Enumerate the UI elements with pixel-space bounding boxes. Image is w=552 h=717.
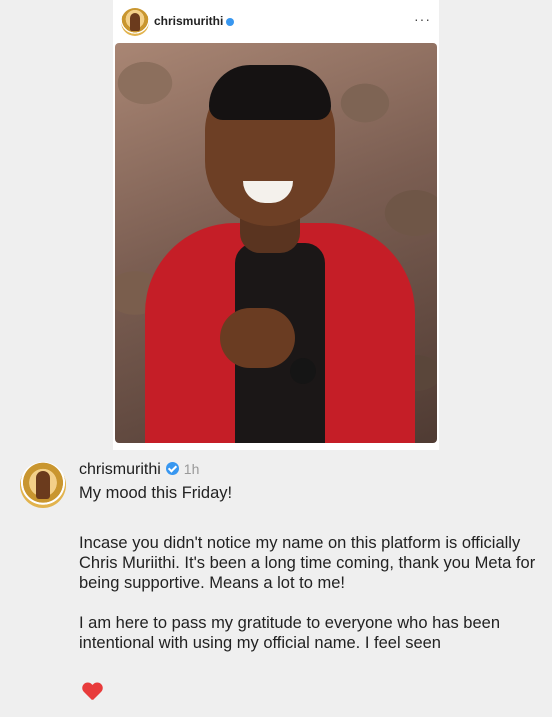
post-photo[interactable] (115, 43, 437, 443)
comment-paragraph-2: Incase you didn't notice my name on this… (79, 534, 536, 592)
comment-timestamp: 1h (183, 461, 200, 477)
post-username-text[interactable]: chrismurithi (154, 14, 223, 28)
comment-paragraph-3: I am here to pass my gratitude to everyo… (79, 614, 500, 652)
comment-avatar[interactable] (20, 462, 66, 508)
verified-badge-icon (226, 17, 235, 26)
heart-icon (82, 683, 102, 701)
comment-meta: chrismurithi 1h (79, 461, 199, 479)
comment-username[interactable]: chrismurithi (79, 461, 161, 478)
post-avatar[interactable] (121, 8, 149, 36)
caption-comment: chrismurithi 1h My mood this Friday! Inca… (10, 452, 550, 717)
more-options-icon[interactable]: ··· (414, 11, 431, 27)
post-card: chrismurithi ··· (113, 0, 439, 450)
post-username[interactable]: chrismurithi (154, 14, 235, 28)
comment-line-1: My mood this Friday! (79, 484, 233, 502)
photo-hair (209, 65, 331, 120)
avatar-figure (130, 13, 140, 31)
avatar-figure (36, 471, 50, 499)
photo-hand (220, 308, 295, 368)
photo-watch (290, 358, 316, 384)
comment-body: My mood this Friday! Incase you didn't n… (79, 483, 539, 673)
verified-badge-icon (165, 462, 179, 475)
post-header: chrismurithi ··· (113, 6, 439, 42)
